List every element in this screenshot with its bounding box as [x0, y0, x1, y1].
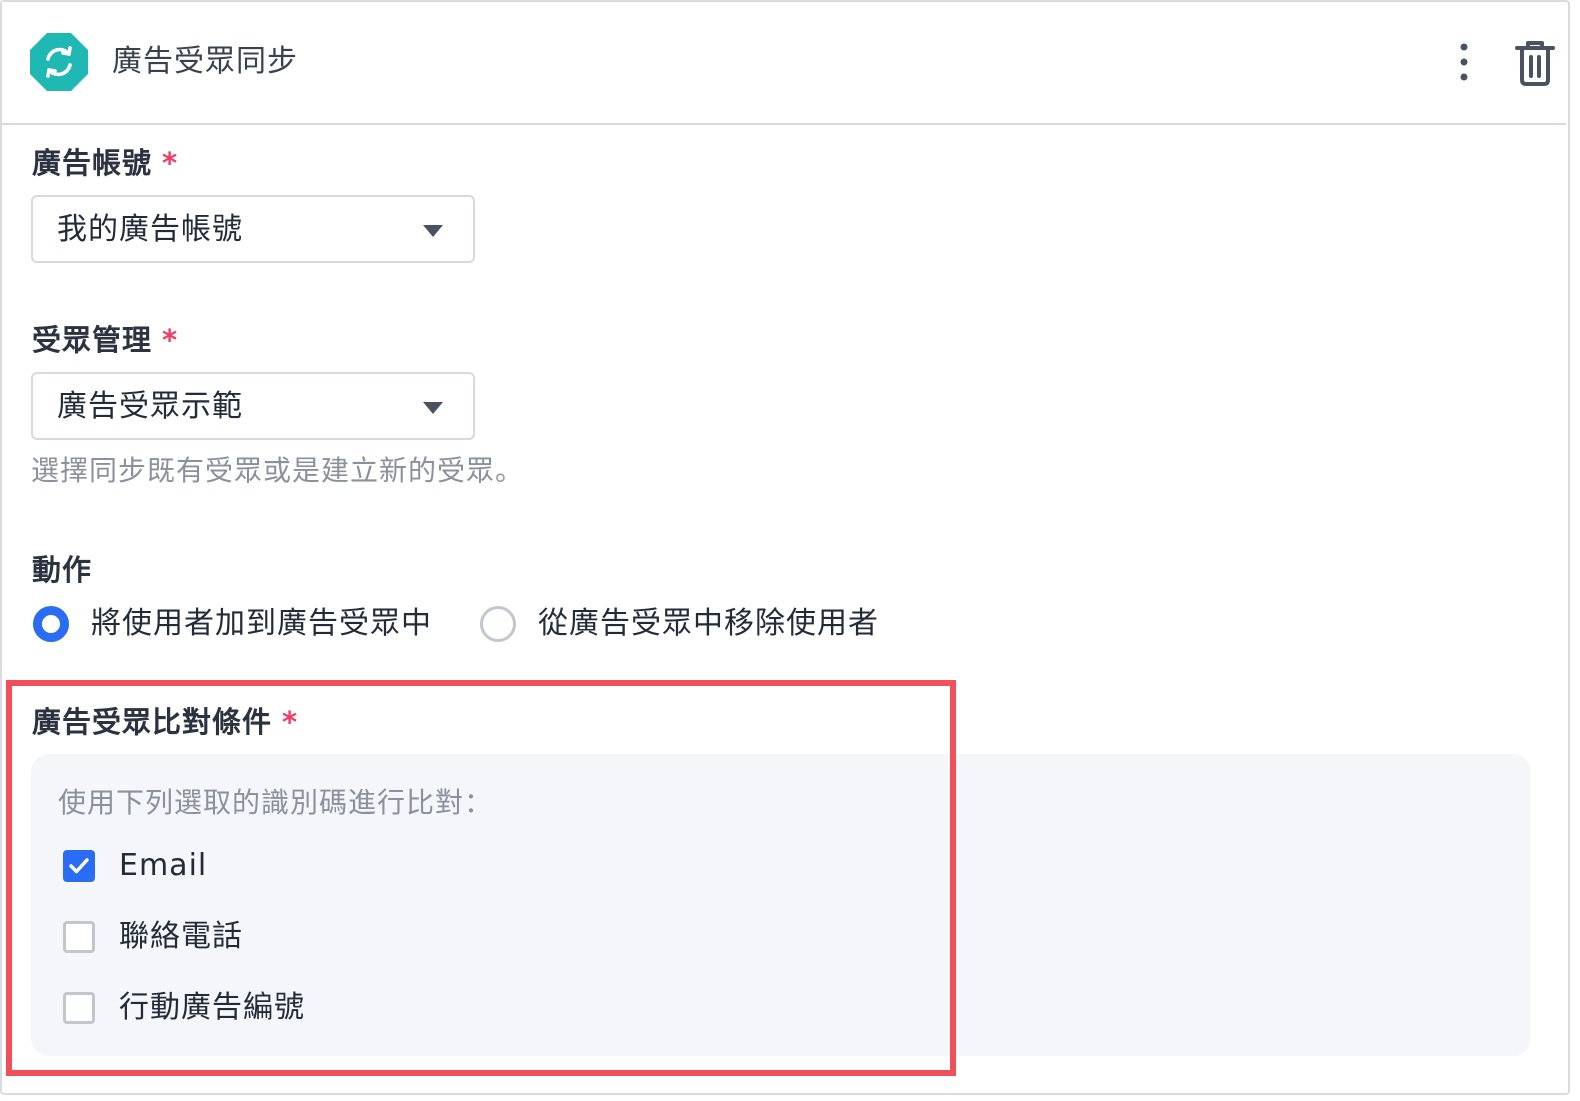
- checkbox-unchecked-icon: [63, 921, 95, 953]
- radio-add-users-label: 將使用者加到廣告受眾中: [91, 606, 432, 641]
- checkbox-unchecked-icon: [63, 992, 95, 1024]
- required-mark: *: [162, 323, 179, 357]
- checkbox-phone-label: 聯絡電話: [119, 919, 243, 954]
- ad-account-label: 廣告帳號 *: [32, 146, 179, 180]
- radio-unselected-icon: [480, 606, 516, 642]
- checkbox-mobile-ad-id[interactable]: 行動廣告編號: [63, 988, 343, 1028]
- action-label: 動作: [32, 553, 93, 587]
- ad-account-select[interactable]: 我的廣告帳號: [31, 195, 475, 263]
- audience-select[interactable]: 廣告受眾示範: [31, 372, 475, 440]
- radio-add-users[interactable]: 將使用者加到廣告受眾中: [33, 602, 453, 646]
- caret-down-icon: [423, 225, 443, 237]
- checkbox-checked-icon: [63, 850, 95, 882]
- checkbox-email[interactable]: Email: [63, 846, 263, 886]
- required-mark: *: [162, 146, 179, 180]
- audience-helper-text: 選擇同步既有受眾或是建立新的受眾。: [31, 454, 525, 487]
- page: 廣告受眾同步 廣告帳號 * 我的廣告帳號 受眾管理 * 廣告受眾示範 選擇同步既有受…: [0, 0, 1580, 1101]
- card-title: 廣告受眾同步: [112, 44, 298, 79]
- checkbox-email-label: Email: [119, 848, 208, 883]
- more-vertical-icon[interactable]: [1449, 40, 1479, 86]
- trash-icon[interactable]: [1512, 38, 1558, 88]
- card-header: 廣告受眾同步: [2, 2, 1566, 125]
- radio-remove-users-label: 從廣告受眾中移除使用者: [538, 606, 879, 641]
- caret-down-icon: [423, 402, 443, 414]
- checkbox-mobile-ad-id-label: 行動廣告編號: [119, 990, 305, 1025]
- ad-account-value: 我的廣告帳號: [57, 212, 243, 247]
- checkbox-phone[interactable]: 聯絡電話: [63, 917, 283, 957]
- matching-criteria-label: 廣告受眾比對條件 *: [32, 705, 299, 739]
- sync-icon: [30, 33, 88, 91]
- audience-value: 廣告受眾示範: [57, 389, 243, 424]
- radio-remove-users[interactable]: 從廣告受眾中移除使用者: [480, 602, 900, 646]
- audience-management-label: 受眾管理 *: [32, 323, 179, 357]
- radio-selected-icon: [33, 606, 69, 642]
- required-mark: *: [282, 705, 299, 739]
- matching-hint: 使用下列選取的識別碼進行比對：: [58, 786, 494, 819]
